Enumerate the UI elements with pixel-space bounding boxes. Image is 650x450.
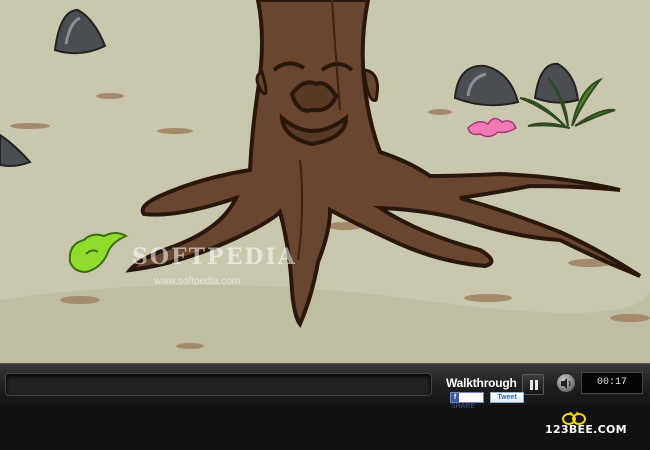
facebook-share-button[interactable]: fSHARE [450, 392, 484, 410]
control-bar: Walkthrough 00:17 fSHARE Tweet 123BEE.CO… [0, 363, 650, 450]
progress-track [5, 373, 432, 396]
tweet-label: Tweet [497, 394, 517, 401]
brand-logo[interactable]: 123BEE.COM [545, 423, 627, 436]
watermark-url: www.softpedia.com [154, 276, 241, 287]
toolbar: Walkthrough 00:17 fSHARE Tweet [0, 363, 650, 410]
speaker-icon [561, 378, 571, 389]
walkthrough-link[interactable]: Walkthrough [446, 376, 517, 390]
share-label: SHARE [451, 403, 476, 410]
game-scene[interactable]: SOFTPEDIA www.softpedia.com [0, 0, 650, 363]
timer-display: 00:17 [581, 372, 643, 394]
watermark: SOFTPEDIA [132, 244, 297, 270]
tweet-button[interactable]: Tweet [490, 392, 524, 403]
facebook-icon: f [451, 393, 459, 402]
scene-art [0, 0, 650, 363]
pause-button[interactable] [522, 374, 544, 395]
sound-button[interactable] [556, 373, 576, 393]
